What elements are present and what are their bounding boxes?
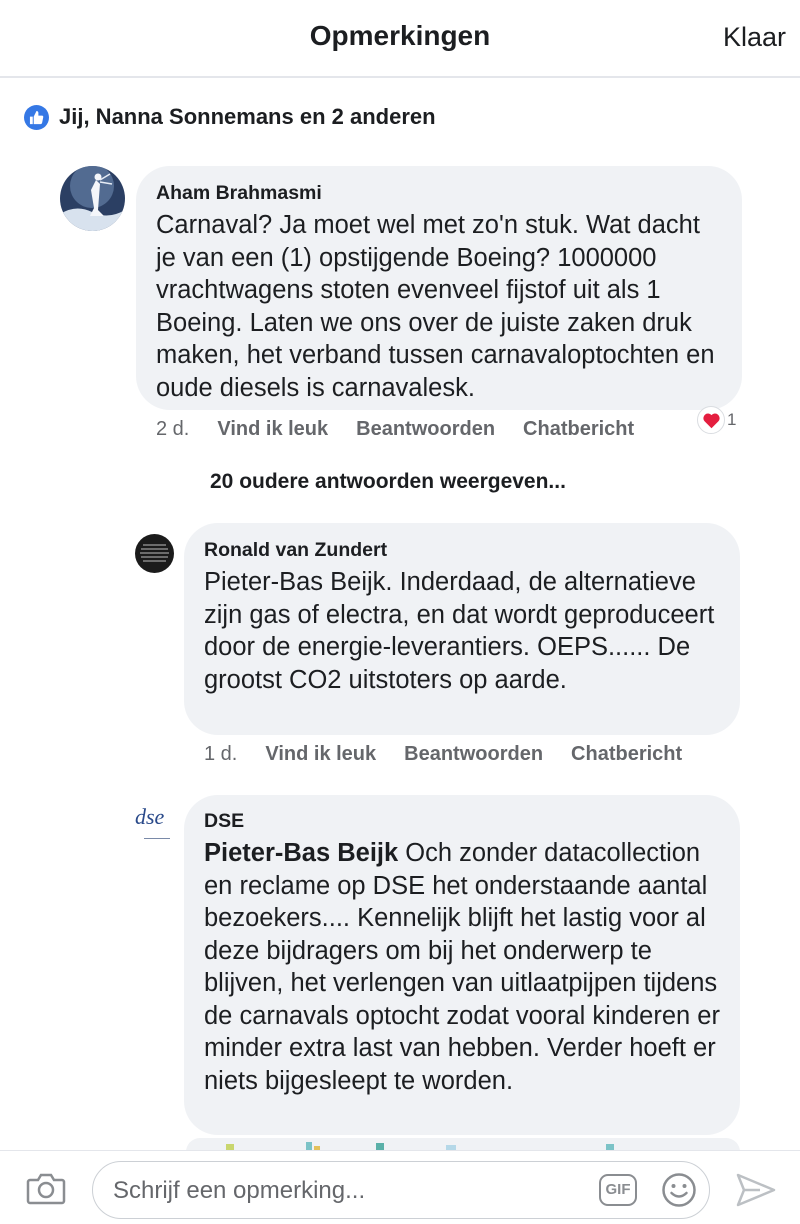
- avatar[interactable]: [135, 534, 174, 573]
- reply-button[interactable]: Beantwoorden: [404, 743, 543, 766]
- like-button[interactable]: Vind ik leuk: [217, 418, 328, 441]
- reply-bubble[interactable]: Ronald van Zundert Pieter-Bas Beijk. Ind…: [184, 523, 740, 735]
- avatar[interactable]: dse: [132, 800, 176, 844]
- reaction-count: 1: [727, 410, 737, 429]
- dse-logo: dse: [135, 804, 165, 829]
- reply-bubble[interactable]: DSE Pieter-Bas Beijk Och zonder datacoll…: [184, 795, 740, 1135]
- avatar[interactable]: [60, 166, 125, 231]
- comment-time: 2 d.: [156, 417, 190, 440]
- gif-button[interactable]: GIF: [599, 1174, 637, 1206]
- view-more-replies-link[interactable]: 20 oudere antwoorden weergeven...: [210, 470, 566, 494]
- mention-link[interactable]: Pieter-Bas Beijk: [204, 839, 398, 867]
- like-button[interactable]: Vind ik leuk: [265, 743, 376, 766]
- comment-input-placeholder: Schrijf een opmerking...: [113, 1177, 366, 1204]
- header: Opmerkingen Klaar: [0, 0, 800, 78]
- reply-text: Pieter-Bas Beijk Och zonder datacollecti…: [204, 837, 720, 1097]
- comment-composer: Schrijf een opmerking... GIF: [0, 1150, 800, 1224]
- reactions-summary[interactable]: Jij, Nanna Sonnemans en 2 anderen: [24, 102, 436, 132]
- dse-logo-underline: [144, 838, 170, 839]
- comment-author[interactable]: Aham Brahmasmi: [156, 181, 722, 205]
- page-title: Opmerkingen: [309, 20, 491, 51]
- heart-icon: [697, 406, 725, 434]
- reply-time: 1 d.: [204, 742, 238, 765]
- comment-bubble[interactable]: Aham Brahmasmi Carnaval? Ja moet wel met…: [136, 166, 742, 410]
- reaction-badge[interactable]: 1: [697, 406, 736, 434]
- chat-button[interactable]: Chatbericht: [523, 418, 634, 441]
- reply-author[interactable]: DSE: [204, 809, 720, 833]
- chat-button[interactable]: Chatbericht: [571, 743, 682, 766]
- reply-author[interactable]: Ronald van Zundert: [204, 538, 720, 562]
- comment-input[interactable]: Schrijf een opmerking... GIF: [92, 1161, 710, 1219]
- reply-actions: 1 d. Vind ik leuk Beantwoorden Chatberic…: [204, 740, 710, 768]
- reply-text: Pieter-Bas Beijk. Inderdaad, de alternat…: [204, 568, 715, 694]
- reply-button[interactable]: Beantwoorden: [356, 418, 495, 441]
- done-button[interactable]: Klaar: [723, 22, 786, 53]
- reactions-text: Jij, Nanna Sonnemans en 2 anderen: [59, 104, 436, 129]
- reply-text-body: Och zonder datacollection en reclame op …: [204, 839, 720, 1095]
- comment-text: Carnaval? Ja moet wel met zo'n stuk. Wat…: [156, 211, 715, 402]
- like-icon: [24, 104, 49, 130]
- send-icon[interactable]: [736, 1173, 776, 1212]
- smiley-icon[interactable]: [661, 1172, 697, 1213]
- comment-actions: 2 d. Vind ik leuk Beantwoorden Chatberic…: [156, 415, 662, 443]
- camera-icon[interactable]: [26, 1171, 66, 1210]
